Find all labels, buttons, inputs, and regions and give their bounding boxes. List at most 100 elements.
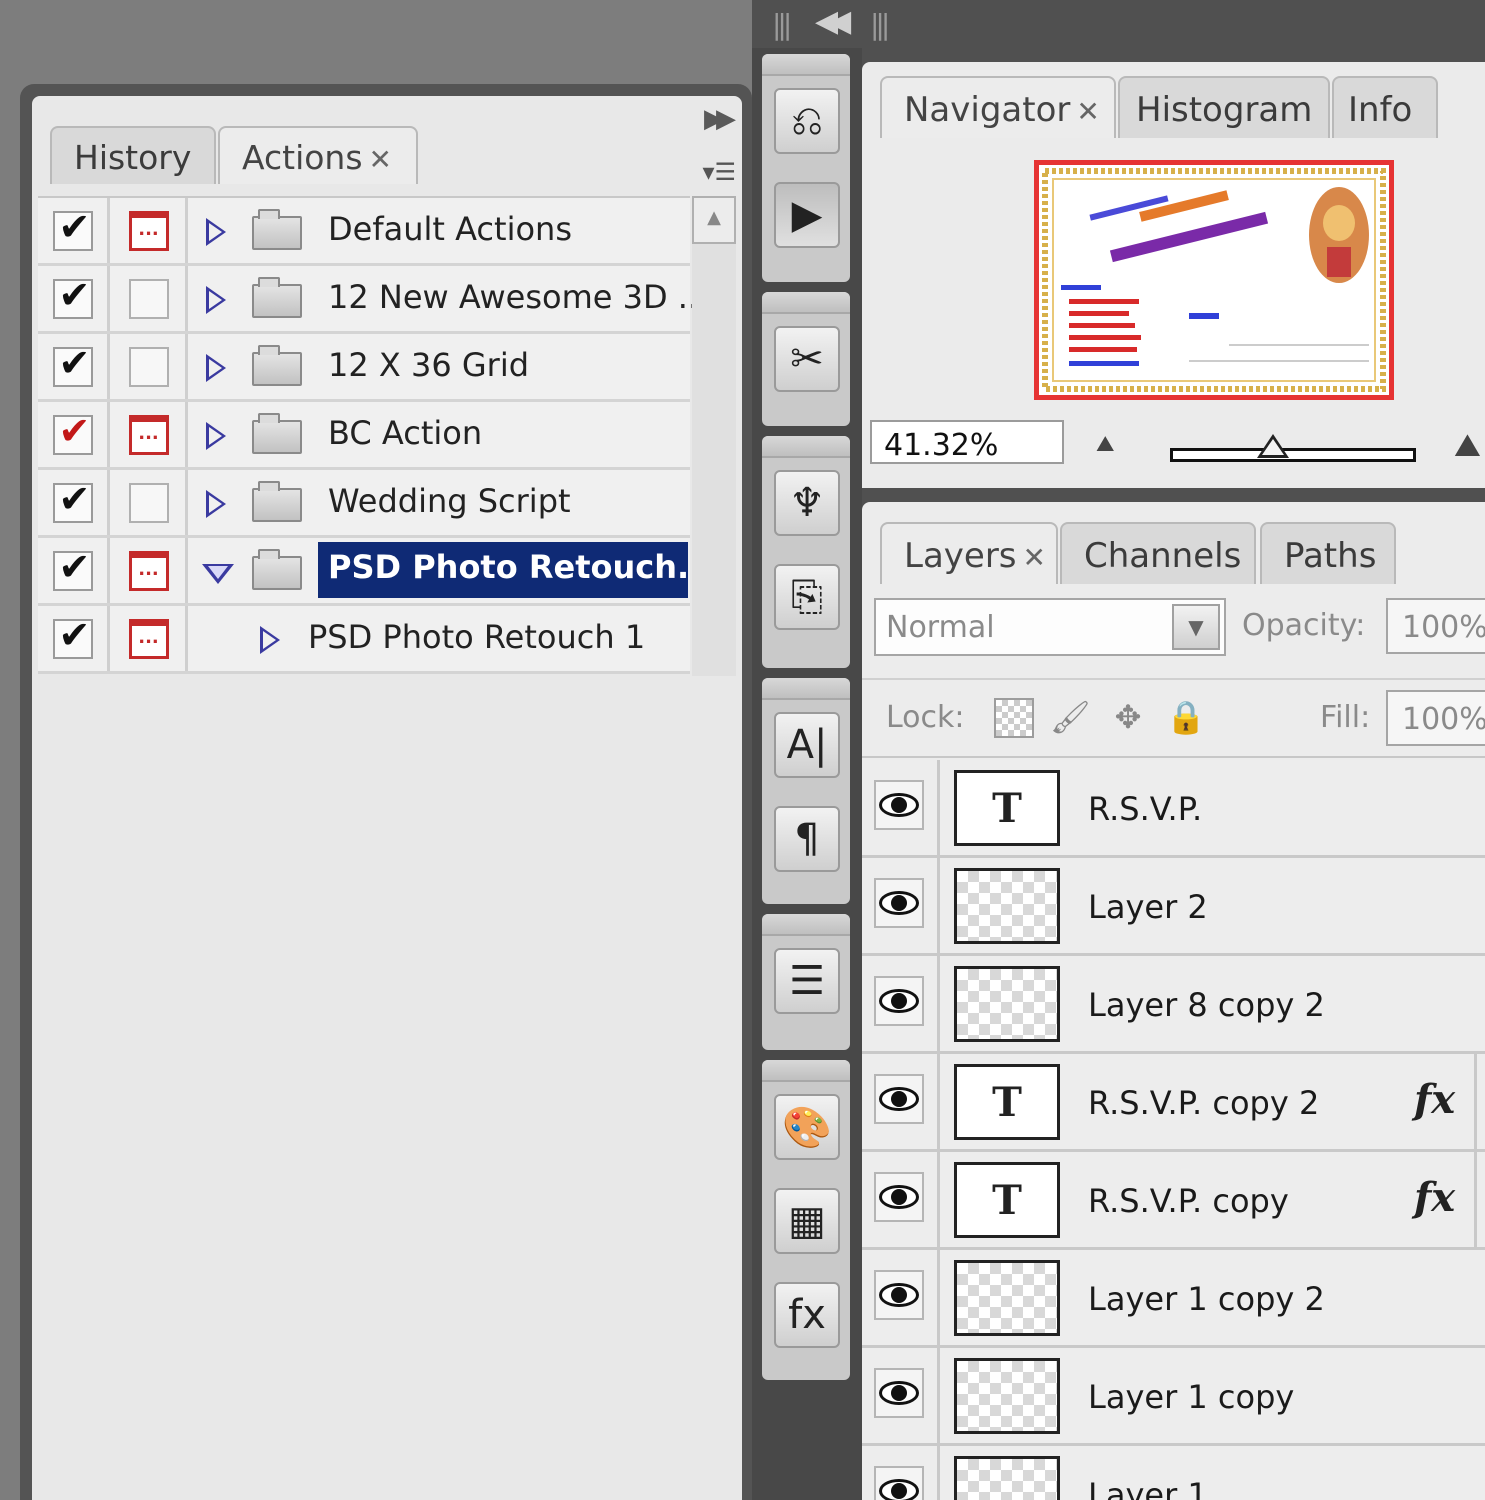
layer-row[interactable]: T R.S.V.P. copy fx (862, 1152, 1485, 1250)
tab-history[interactable]: History (50, 126, 216, 184)
layer-name[interactable]: Layer 1 copy 2 (1088, 1280, 1325, 1318)
layer-comps-icon[interactable]: ☰ (774, 948, 840, 1014)
dialog-toggle-empty[interactable] (128, 346, 169, 387)
history-brush-icon[interactable]: ⎌ (774, 88, 840, 154)
layer-thumbnail[interactable] (954, 966, 1060, 1042)
layer-name[interactable]: R.S.V.P. copy (1088, 1182, 1289, 1220)
dock-group-handle[interactable] (762, 678, 850, 700)
toggle-dialog-cell[interactable] (112, 470, 188, 535)
close-icon[interactable]: ✕ (369, 143, 392, 176)
toggle-item-cell[interactable]: ✔ (38, 606, 110, 671)
tab-channels[interactable]: Channels (1060, 522, 1256, 584)
expand-triangle-icon[interactable] (206, 422, 226, 450)
toggle-dialog-cell[interactable] (112, 334, 188, 399)
visibility-cell[interactable] (862, 858, 940, 953)
fill-input[interactable]: 100% (1386, 690, 1485, 746)
dialog-toggle-empty[interactable] (128, 482, 169, 523)
toggle-dialog-cell[interactable]: ... (112, 402, 188, 467)
panel-menu-icon[interactable]: ▾☰ (702, 158, 736, 186)
layer-row[interactable]: Layer 2 (862, 858, 1485, 956)
visibility-cell[interactable] (862, 1446, 940, 1500)
visibility-toggle[interactable] (874, 1270, 924, 1320)
toggle-dialog-cell[interactable] (112, 266, 188, 331)
action-row[interactable]: ✔... Default Actions (38, 198, 690, 266)
layer-name[interactable]: Layer 1 copy (1088, 1378, 1294, 1416)
layer-name[interactable]: Layer 2 (1088, 888, 1208, 926)
dialog-toggle-icon[interactable]: ... (128, 414, 169, 455)
action-row[interactable]: ✔... PSD Photo Retouch... (38, 538, 690, 606)
action-row[interactable]: ✔ 12 X 36 Grid (38, 334, 690, 402)
dialog-toggle-icon[interactable]: ... (128, 550, 169, 591)
visibility-toggle[interactable] (874, 976, 924, 1026)
opacity-input[interactable]: 100% (1386, 598, 1485, 654)
paragraph-icon[interactable]: ¶ (774, 806, 840, 872)
chevron-down-icon[interactable]: ▼ (1172, 604, 1220, 650)
color-palette-icon[interactable]: 🎨 (774, 1094, 840, 1160)
toggle-dialog-cell[interactable]: ... (112, 538, 188, 603)
tab-actions[interactable]: Actions ✕ (218, 126, 418, 184)
action-row[interactable]: ✔... BC Action (38, 402, 690, 470)
tab-navigator[interactable]: Navigator ✕ (880, 76, 1116, 138)
text-layer-thumbnail[interactable]: T (954, 1162, 1060, 1238)
toggle-item-cell[interactable]: ✔ (38, 402, 110, 467)
action-row[interactable]: ✔ Wedding Script (38, 470, 690, 538)
close-icon[interactable]: ✕ (1023, 541, 1046, 574)
layer-thumbnail[interactable] (954, 1260, 1060, 1336)
visibility-cell[interactable] (862, 1250, 940, 1345)
layer-effects-icon[interactable]: fx (1414, 1174, 1455, 1221)
visibility-cell[interactable] (862, 1054, 940, 1149)
toggle-item-cell[interactable]: ✔ (38, 198, 110, 263)
lock-image-pixels-icon[interactable]: 🖌 (1050, 698, 1091, 738)
lock-transparent-pixels-icon[interactable] (994, 698, 1034, 738)
toggle-item-checkbox[interactable]: ✔ (52, 341, 93, 387)
expand-triangle-icon[interactable] (206, 218, 226, 246)
dock-grip-icon[interactable]: ||| (772, 8, 792, 41)
toggle-item-cell[interactable]: ✔ (38, 266, 110, 331)
tab-info[interactable]: Info (1332, 76, 1438, 138)
layer-thumbnail[interactable] (954, 1358, 1060, 1434)
visibility-toggle[interactable] (874, 1466, 924, 1500)
zoom-out-icon[interactable]: ⛰ (1096, 432, 1114, 457)
toggle-dialog-cell[interactable]: ... (112, 606, 188, 671)
toggle-item-checkbox[interactable]: ✔ (52, 205, 93, 251)
dock-group-handle[interactable] (762, 54, 850, 76)
dialog-toggle-empty[interactable] (128, 278, 169, 319)
dock-group-handle[interactable] (762, 914, 850, 936)
visibility-cell[interactable] (862, 956, 940, 1051)
layer-name[interactable]: Layer 1 (1088, 1476, 1208, 1500)
layer-effects-icon[interactable]: fx (1414, 1076, 1455, 1123)
dialog-toggle-icon[interactable]: ... (128, 618, 169, 659)
action-row[interactable]: ✔... PSD Photo Retouch 1 (38, 606, 690, 674)
layer-row[interactable]: Layer 8 copy 2 (862, 956, 1485, 1054)
brush-presets-icon[interactable]: ♆ (774, 470, 840, 536)
tab-layers[interactable]: Layers ✕ (880, 522, 1058, 584)
action-list-scrollbar[interactable]: ▲ (692, 196, 736, 676)
visibility-toggle[interactable] (874, 1172, 924, 1222)
tools-icon[interactable]: ✂ (774, 326, 840, 392)
toggle-item-checkbox[interactable]: ✔ (52, 477, 93, 523)
text-layer-thumbnail[interactable]: T (954, 1064, 1060, 1140)
dock-group-handle[interactable] (762, 1060, 850, 1082)
dock-group-handle[interactable] (762, 292, 850, 314)
toggle-item-checkbox[interactable]: ✔ (52, 613, 93, 659)
layer-thumbnail[interactable] (954, 868, 1060, 944)
layer-row[interactable]: T R.S.V.P. (862, 760, 1485, 858)
toggle-item-checkbox[interactable]: ✔ (52, 545, 93, 591)
layer-name[interactable]: R.S.V.P. (1088, 790, 1202, 828)
expand-triangle-icon[interactable] (206, 286, 226, 314)
navigator-thumbnail[interactable] (1034, 160, 1394, 400)
toggle-item-cell[interactable]: ✔ (38, 470, 110, 535)
visibility-toggle[interactable] (874, 878, 924, 928)
visibility-toggle[interactable] (874, 1368, 924, 1418)
zoom-slider-thumb[interactable] (1257, 434, 1290, 458)
lock-position-icon[interactable]: ✥ (1108, 698, 1148, 738)
dock-group-handle[interactable] (762, 436, 850, 458)
layer-row[interactable]: Layer 1 copy (862, 1348, 1485, 1446)
lock-all-icon[interactable]: 🔒 (1166, 698, 1206, 738)
layer-name[interactable]: R.S.V.P. copy 2 (1088, 1084, 1319, 1122)
expand-panels-icon[interactable]: ◀◀ (815, 4, 851, 39)
action-row[interactable]: ✔ 12 New Awesome 3D ... (38, 266, 708, 334)
layer-name[interactable]: Layer 8 copy 2 (1088, 986, 1325, 1024)
layer-row[interactable]: Layer 1 (862, 1446, 1485, 1500)
swatches-icon[interactable]: ▦ (774, 1188, 840, 1254)
